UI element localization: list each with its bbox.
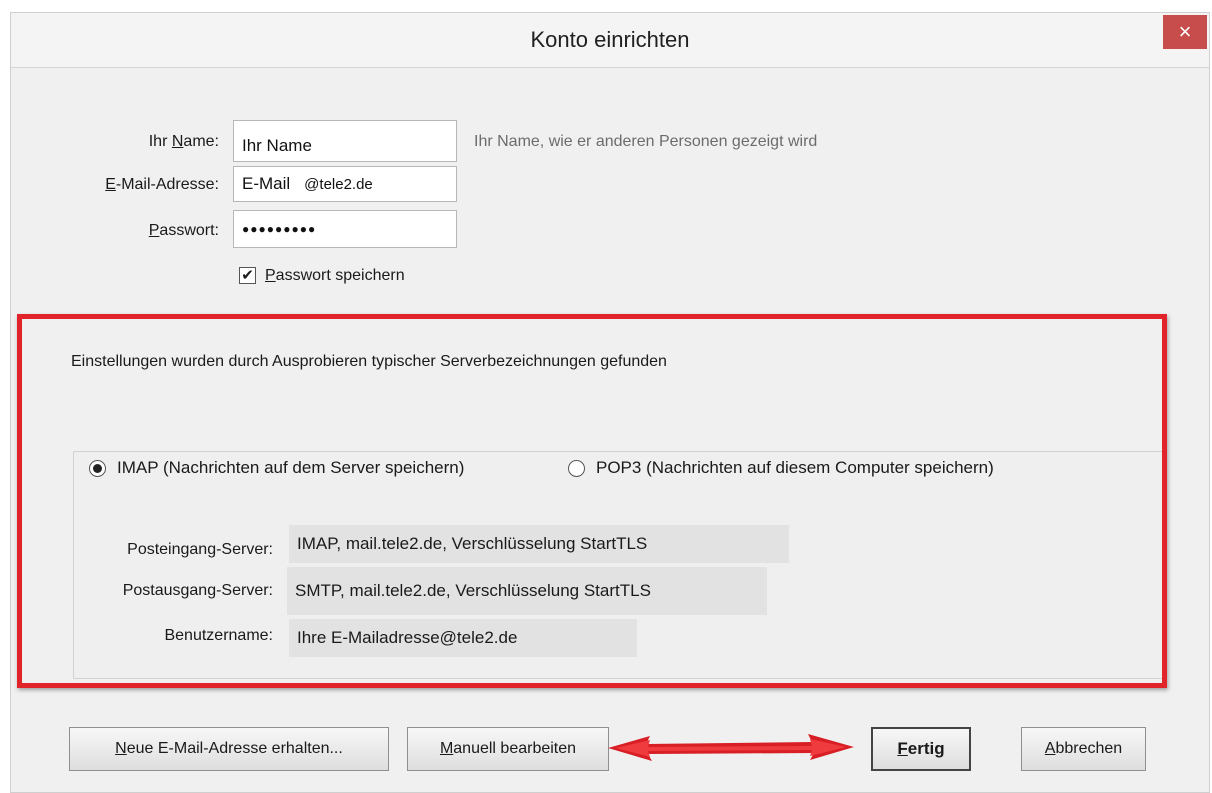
name-value: Ihr Name [242,136,312,155]
save-password-label[interactable]: Passwort speichern [265,267,405,285]
close-icon: × [1178,19,1192,44]
close-button[interactable]: × [1163,15,1207,49]
email-domain: @tele2.de [304,175,373,193]
name-label: Ihr Name: [148,133,219,150]
cancel-button[interactable]: Abbrechen [1021,727,1146,771]
highlight-annotation-box [17,314,1167,688]
name-field[interactable]: Ihr Name [233,120,457,162]
check-icon: ✔ [241,267,254,284]
password-value: ●●●●●●●●● [242,222,317,236]
name-hint: Ihr Name, wie er anderen Personen gezeig… [474,133,818,150]
title-bar: Konto einrichten × [11,13,1209,68]
double-arrow-icon [608,734,854,761]
password-label: Passwort: [148,222,219,239]
save-password-checkbox[interactable]: ✔ [239,267,256,284]
window-title: Konto einrichten [530,27,690,52]
password-field[interactable]: ●●●●●●●●● [233,210,457,248]
new-email-address-button[interactable]: Neue E-Mail-Adresse erhalten... [69,727,389,771]
email-field[interactable]: E-Mail @tele2.de [233,166,457,202]
manual-edit-button[interactable]: Manuell bearbeiten [407,727,609,771]
email-label: E-Mail-Adresse: [105,176,219,193]
done-button[interactable]: Fertig [871,727,971,771]
email-user: E-Mail [242,174,291,193]
